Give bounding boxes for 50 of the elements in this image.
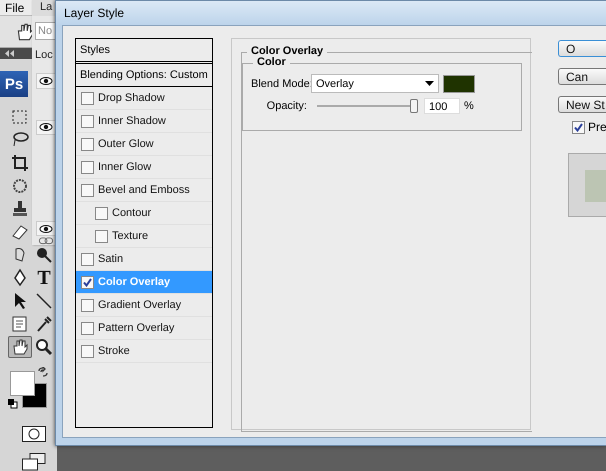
checkbox-label: Pre bbox=[588, 120, 606, 134]
default-colors-icon[interactable] bbox=[8, 399, 18, 409]
screen-mode-icon[interactable] bbox=[22, 453, 46, 471]
checkbox[interactable] bbox=[81, 298, 94, 312]
stamp-icon[interactable] bbox=[10, 199, 30, 219]
opacity-input[interactable]: 100 bbox=[424, 98, 460, 114]
slider-thumb[interactable] bbox=[410, 99, 418, 113]
eye-icon[interactable] bbox=[39, 122, 53, 132]
checkbox[interactable] bbox=[572, 120, 585, 134]
blur-icon[interactable] bbox=[34, 245, 54, 265]
checkbox[interactable] bbox=[81, 344, 94, 358]
eye-icon[interactable] bbox=[39, 224, 53, 234]
checkbox[interactable] bbox=[81, 184, 94, 196]
crop-icon[interactable] bbox=[10, 153, 30, 173]
window-title: Layer Style bbox=[56, 1, 606, 25]
group-title: Color bbox=[253, 56, 290, 68]
zoom-icon[interactable] bbox=[34, 337, 54, 357]
checkbox[interactable] bbox=[81, 322, 94, 334]
list-header: Styles bbox=[76, 39, 212, 64]
line-icon[interactable] bbox=[34, 291, 54, 311]
checkbox[interactable] bbox=[95, 230, 108, 242]
swap-arrows-icon[interactable] bbox=[38, 367, 48, 377]
quick-mask-icon[interactable] bbox=[22, 426, 46, 442]
unit-label: % bbox=[464, 100, 474, 112]
blend-mode-field[interactable]: No bbox=[35, 22, 55, 40]
preview-swatch bbox=[568, 153, 606, 217]
checkbox[interactable] bbox=[95, 206, 108, 220]
eye-icon[interactable] bbox=[39, 76, 53, 86]
panel-tab[interactable]: La bbox=[32, 0, 55, 16]
lock-label: Loc bbox=[35, 49, 54, 62]
menu-item[interactable]: File bbox=[0, 0, 30, 15]
text-tool[interactable]: T bbox=[37, 268, 51, 288]
checkbox[interactable] bbox=[81, 252, 94, 266]
caret-icon bbox=[425, 81, 434, 86]
checkbox[interactable] bbox=[81, 276, 94, 288]
checkbox[interactable] bbox=[81, 160, 94, 174]
color-swatches-drawing[interactable] bbox=[10, 371, 48, 409]
dialog-button[interactable]: Can bbox=[558, 68, 606, 85]
color-swatch[interactable] bbox=[443, 74, 475, 92]
checkbox[interactable] bbox=[81, 92, 94, 104]
dialog-button[interactable]: New St bbox=[558, 96, 606, 113]
checkbox[interactable] bbox=[81, 114, 94, 128]
checkbox[interactable] bbox=[81, 138, 94, 150]
section-title: Color Overlay bbox=[247, 45, 328, 57]
dialog-button[interactable]: O bbox=[558, 40, 606, 57]
field-label: Opacity: bbox=[266, 100, 307, 112]
app-logo: Ps bbox=[0, 71, 28, 97]
healing-icon[interactable] bbox=[10, 176, 30, 196]
link-icon[interactable] bbox=[38, 237, 54, 245]
blend-mode-dropdown[interactable]: Overlay bbox=[311, 74, 439, 93]
